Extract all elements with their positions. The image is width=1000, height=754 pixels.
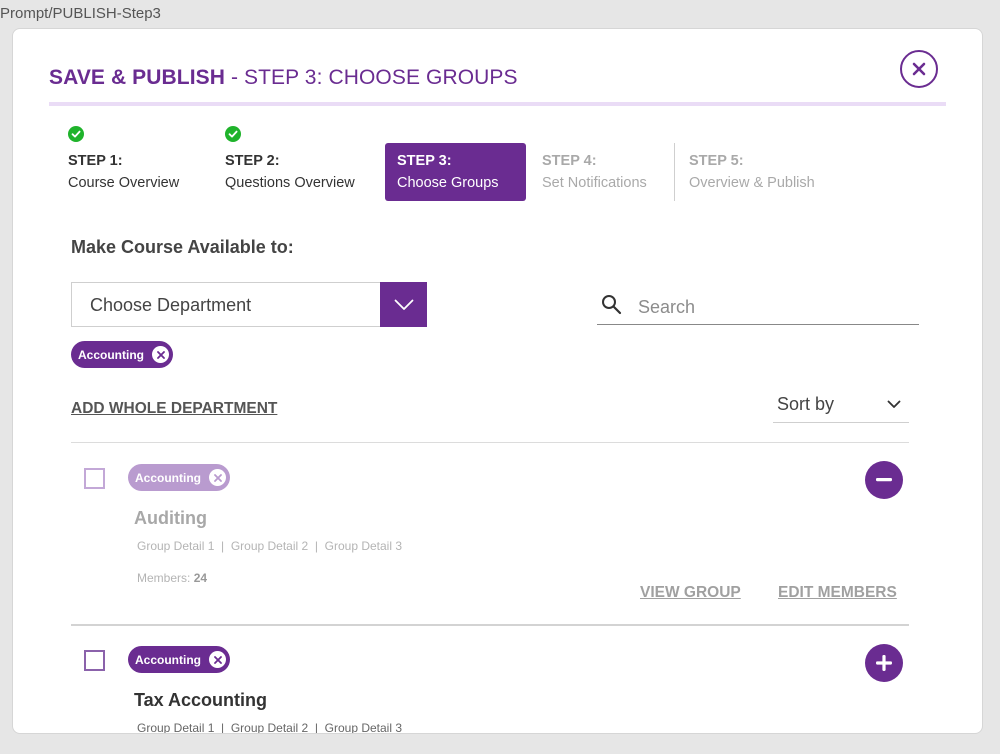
- search-placeholder: Search: [638, 297, 696, 317]
- step-3-label: Choose Groups: [397, 175, 499, 191]
- list-divider: [71, 624, 909, 626]
- step-divider: [674, 143, 675, 201]
- step-2-label: Questions Overview: [225, 175, 355, 191]
- group-checkbox[interactable]: [84, 468, 105, 489]
- selected-department-chip: Accounting: [71, 341, 173, 368]
- publish-modal: SAVE & PUBLISH - STEP 3: CHOOSE GROUPS S…: [12, 28, 983, 734]
- step-1-number: STEP 1:: [68, 153, 123, 169]
- step-4-number: STEP 4:: [542, 153, 597, 169]
- sort-label: Sort by: [777, 394, 835, 414]
- close-icon: [156, 350, 165, 359]
- department-select[interactable]: Choose Department: [71, 282, 427, 327]
- close-icon: [912, 62, 926, 76]
- close-icon: [213, 655, 222, 664]
- minus-icon: [876, 478, 892, 482]
- step-1[interactable]: STEP 1: Course Overview: [68, 150, 179, 194]
- members-label: Members:: [137, 571, 194, 585]
- group-tag-label: Accounting: [135, 470, 201, 485]
- remove-group-button[interactable]: [865, 461, 903, 499]
- remove-tag-button[interactable]: [209, 469, 226, 486]
- department-dropdown-button[interactable]: [380, 282, 427, 327]
- search-icon: [602, 295, 622, 315]
- step-1-check-icon: [68, 126, 84, 142]
- step-2[interactable]: STEP 2: Questions Overview: [225, 150, 355, 194]
- modal-title-bold: SAVE & PUBLISH: [49, 66, 226, 89]
- group-members: Members: 24: [137, 571, 207, 585]
- step-3-active[interactable]: STEP 3: Choose Groups: [385, 143, 526, 201]
- title-divider: [49, 102, 946, 106]
- chevron-down-icon: [394, 299, 413, 310]
- group-title: Tax Accounting: [134, 690, 268, 710]
- step-2-check-icon: [225, 126, 241, 142]
- group-checkbox[interactable]: [84, 650, 105, 671]
- department-select-value: Choose Department: [90, 295, 252, 315]
- step-1-label: Course Overview: [68, 175, 180, 191]
- add-group-button[interactable]: [865, 644, 903, 682]
- modal-title-rest: - STEP 3: CHOOSE GROUPS: [225, 66, 518, 89]
- view-group-link[interactable]: VIEW GROUP: [640, 584, 741, 602]
- list-top-divider: [71, 442, 909, 443]
- close-icon: [213, 473, 222, 482]
- group-details: Group Detail 1 | Group Detail 2 | Group …: [137, 721, 403, 734]
- step-3-number: STEP 3:: [397, 153, 452, 169]
- step-2-number: STEP 2:: [225, 153, 280, 169]
- group-tag-chip: Accounting: [128, 464, 230, 491]
- frame-label: Prompt/PUBLISH-Step3: [0, 5, 161, 22]
- search-field[interactable]: Search: [597, 287, 919, 325]
- remove-tag-button[interactable]: [209, 651, 226, 668]
- modal-title: SAVE & PUBLISH - STEP 3: CHOOSE GROUPS: [49, 66, 518, 90]
- step-5[interactable]: STEP 5: Overview & Publish: [689, 150, 815, 194]
- members-count: 24: [193, 571, 208, 585]
- group-title: Auditing: [134, 508, 207, 528]
- group-tag-chip: Accounting: [128, 646, 230, 673]
- step-4-label: Set Notifications: [542, 175, 647, 191]
- chevron-down-icon: [887, 400, 901, 408]
- step-5-number: STEP 5:: [689, 153, 744, 169]
- group-tag-label: Accounting: [135, 652, 201, 667]
- sort-dropdown[interactable]: Sort by: [773, 389, 909, 423]
- add-whole-department-link[interactable]: ADD WHOLE DEPARTMENT: [71, 400, 277, 418]
- selected-department-chip-label: Accounting: [78, 347, 144, 362]
- step-5-label: Overview & Publish: [689, 175, 815, 191]
- remove-chip-button[interactable]: [152, 346, 169, 363]
- edit-members-link[interactable]: EDIT MEMBERS: [778, 584, 897, 602]
- close-button[interactable]: [900, 50, 938, 88]
- available-heading: Make Course Available to:: [71, 237, 294, 257]
- step-4[interactable]: STEP 4: Set Notifications: [542, 150, 647, 194]
- group-details: Group Detail 1 | Group Detail 2 | Group …: [137, 539, 403, 553]
- plus-icon: [876, 655, 892, 671]
